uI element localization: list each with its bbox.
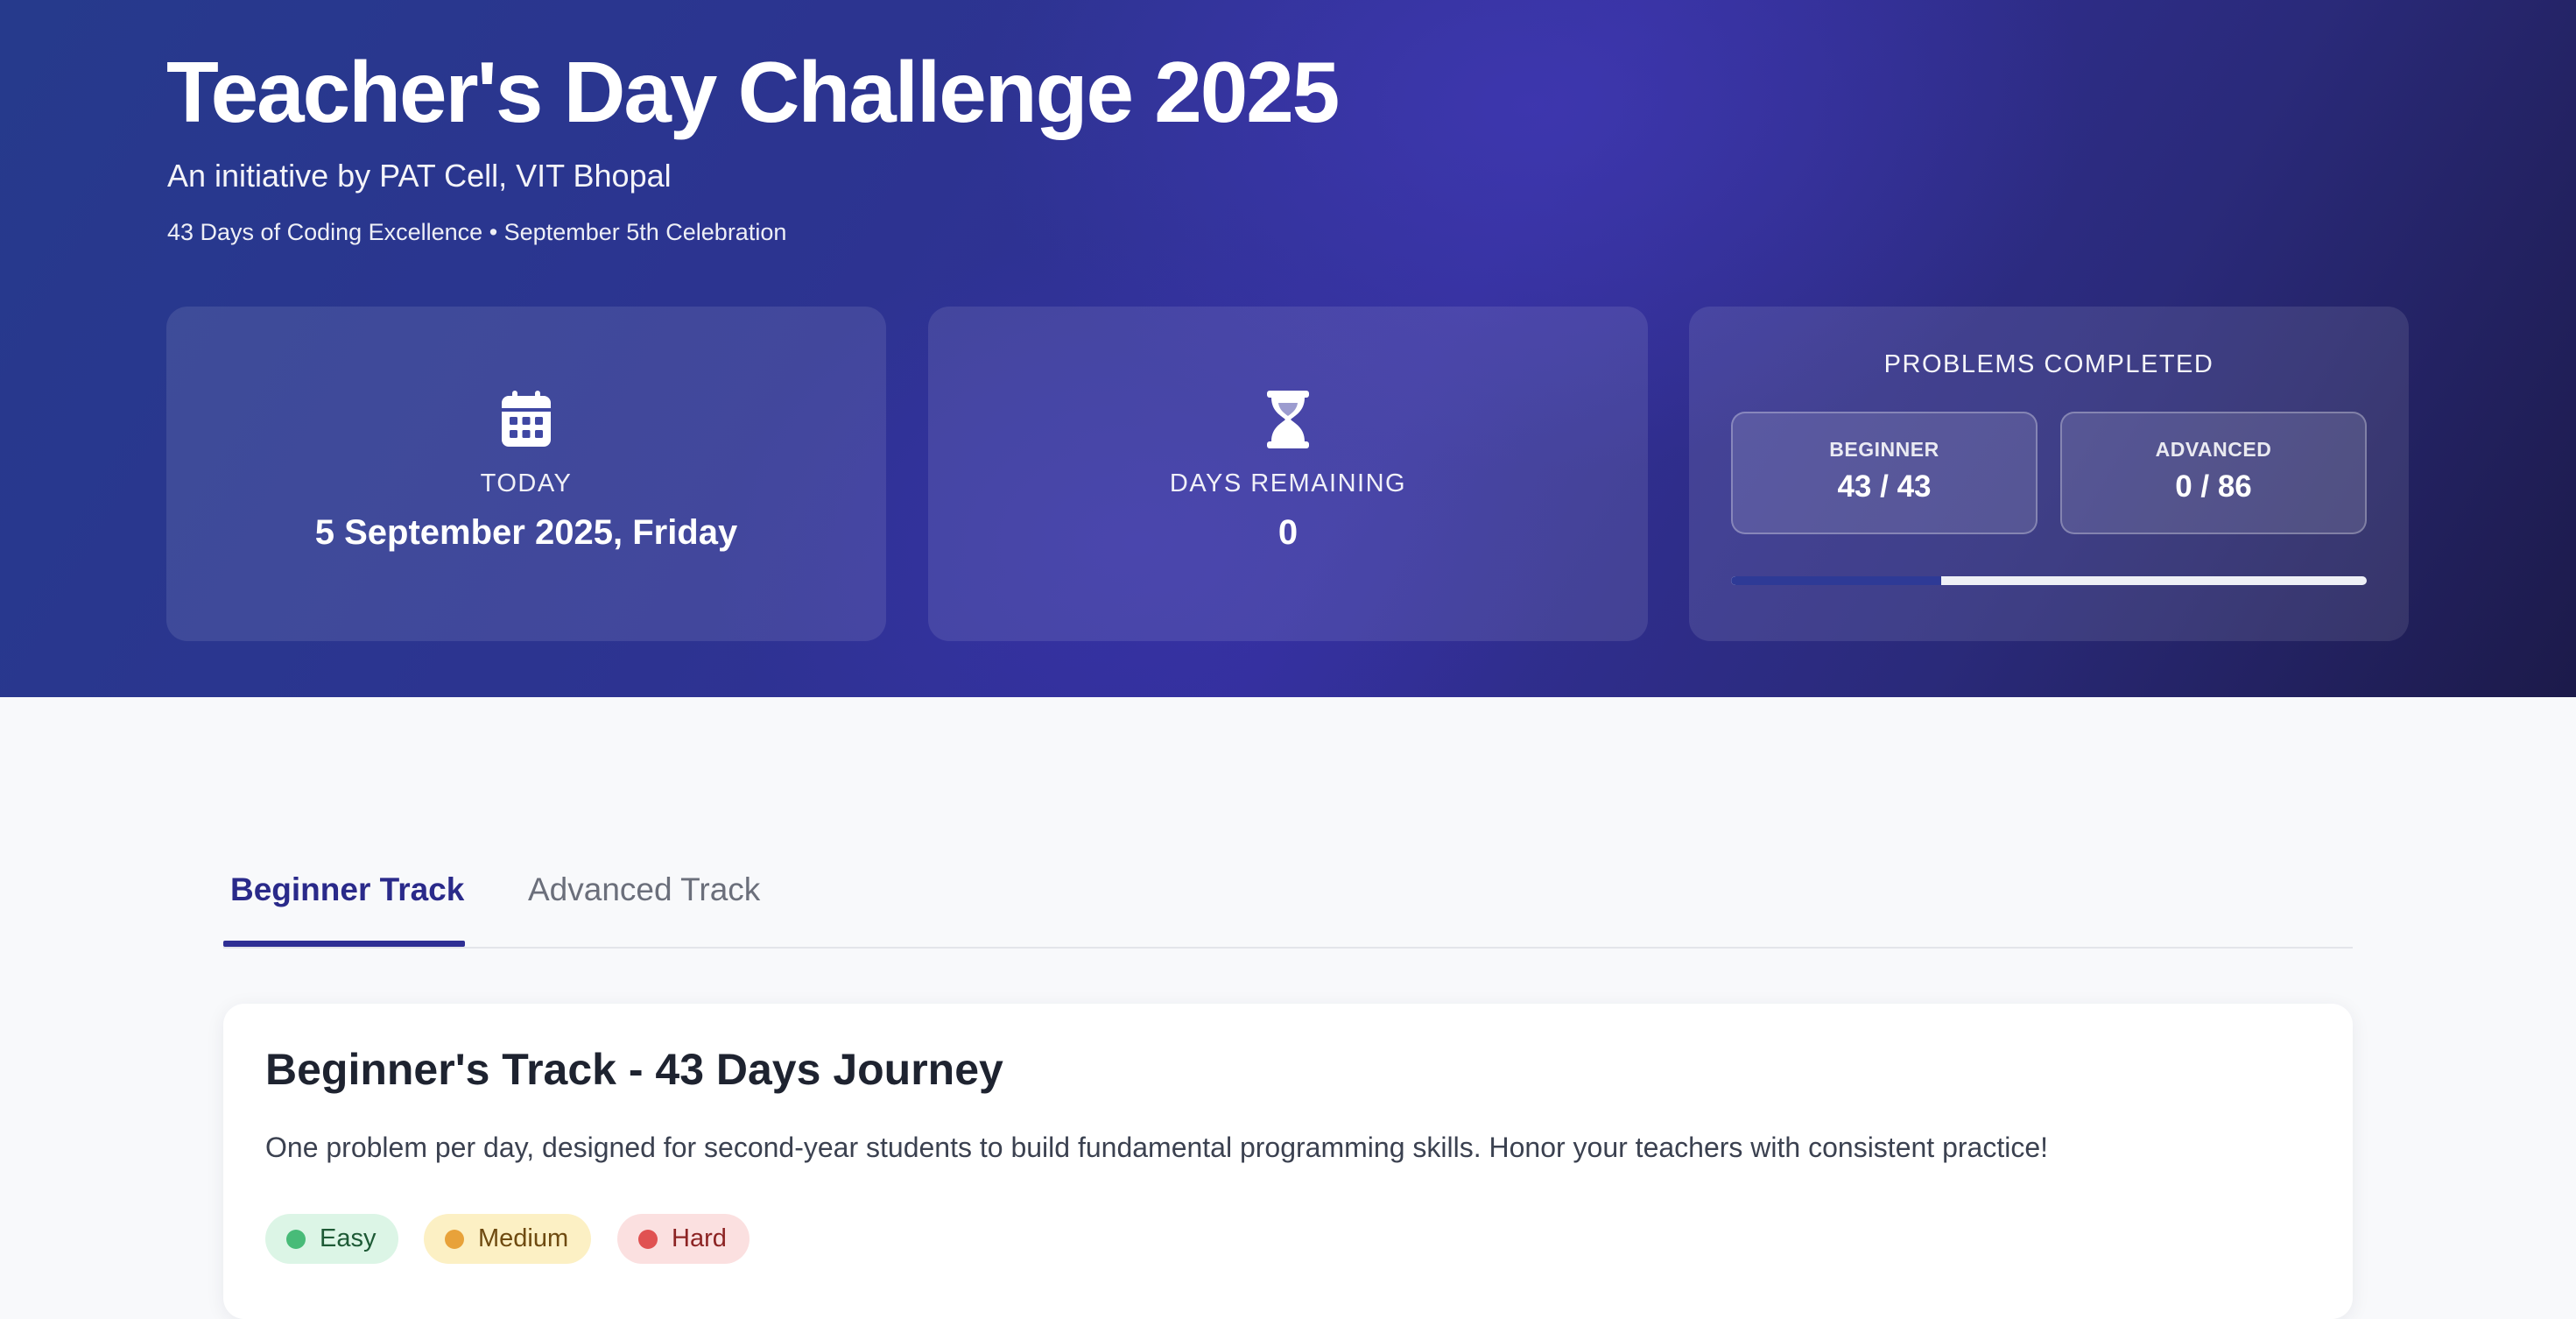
beginner-count-box: BEGINNER 43 / 43 bbox=[1731, 412, 2038, 534]
days-remaining-card: DAYS REMAINING 0 bbox=[928, 307, 1648, 641]
advanced-count-label: ADVANCED bbox=[2155, 438, 2272, 461]
calendar-icon bbox=[166, 391, 886, 447]
progress-bar bbox=[1731, 576, 2367, 585]
progress-bar-fill bbox=[1731, 576, 1941, 585]
beginner-count-value: 43 / 43 bbox=[1837, 469, 1932, 504]
difficulty-hard-label: Hard bbox=[672, 1224, 727, 1252]
advanced-count-box: ADVANCED 0 / 86 bbox=[2060, 412, 2367, 534]
tab-advanced-track[interactable]: Advanced Track bbox=[528, 871, 760, 908]
hero-banner: Teacher's Day Challenge 2025 An initiati… bbox=[0, 0, 2576, 697]
problems-completed-label: PROBLEMS COMPLETED bbox=[1883, 350, 2214, 378]
hero-subtitle: An initiative by PAT Cell, VIT Bhopal bbox=[167, 158, 672, 194]
easy-dot-icon bbox=[286, 1229, 306, 1249]
difficulty-medium-badge: Medium bbox=[424, 1214, 592, 1264]
difficulty-easy-badge: Easy bbox=[265, 1214, 399, 1264]
track-tabs: Beginner Track Advanced Track bbox=[223, 836, 2353, 949]
days-remaining-label: DAYS REMAINING bbox=[1169, 469, 1407, 497]
difficulty-hard-badge: Hard bbox=[617, 1214, 750, 1264]
hero-meta: 43 Days of Coding Excellence • September… bbox=[167, 219, 787, 245]
today-label: TODAY bbox=[480, 469, 573, 497]
active-tab-indicator bbox=[223, 941, 465, 947]
track-description: One problem per day, designed for second… bbox=[265, 1132, 2048, 1163]
days-remaining-value: 0 bbox=[1277, 513, 1299, 552]
hourglass-icon bbox=[928, 391, 1648, 448]
today-card: TODAY 5 September 2025, Friday bbox=[166, 307, 886, 641]
difficulty-easy-label: Easy bbox=[320, 1224, 377, 1252]
track-title: Beginner's Track - 43 Days Journey bbox=[265, 1045, 1003, 1094]
tab-beginner-track[interactable]: Beginner Track bbox=[230, 871, 464, 908]
hard-dot-icon bbox=[638, 1229, 658, 1249]
today-value: 5 September 2025, Friday bbox=[314, 513, 738, 552]
beginner-count-label: BEGINNER bbox=[1829, 438, 1939, 461]
problems-completed-card: PROBLEMS COMPLETED BEGINNER 43 / 43 ADVA… bbox=[1689, 307, 2409, 641]
medium-dot-icon bbox=[445, 1229, 464, 1249]
page-title: Teacher's Day Challenge 2025 bbox=[166, 44, 1340, 140]
track-info-card: Beginner's Track - 43 Days Journey One p… bbox=[223, 1004, 2353, 1319]
difficulty-medium-label: Medium bbox=[478, 1224, 569, 1252]
advanced-count-value: 0 / 86 bbox=[2175, 469, 2252, 504]
